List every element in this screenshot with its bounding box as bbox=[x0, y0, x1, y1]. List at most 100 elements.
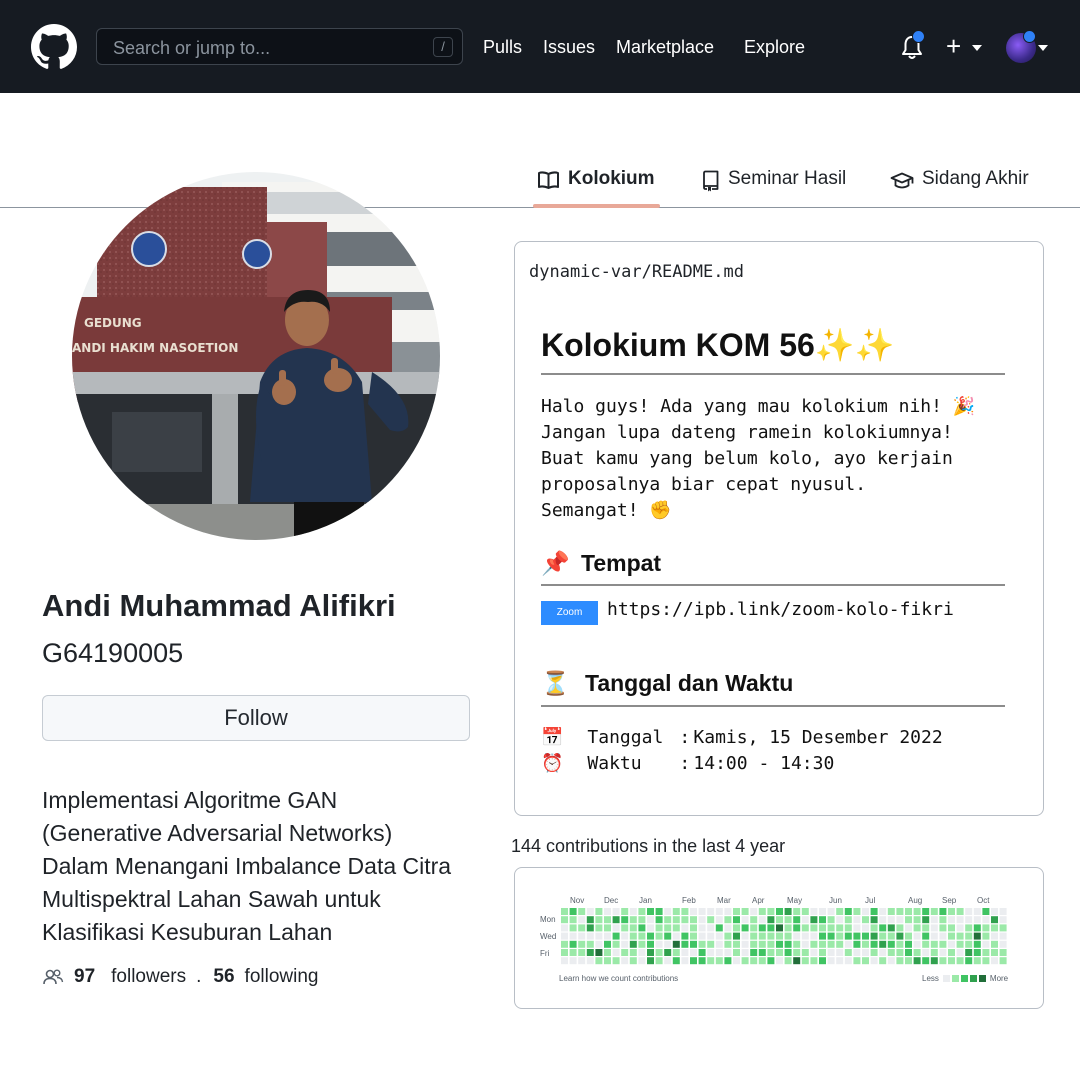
contribution-cell bbox=[819, 916, 826, 924]
contribution-cell bbox=[741, 908, 749, 915]
contribution-cell bbox=[827, 924, 835, 932]
contribution-cell bbox=[879, 932, 887, 940]
contribution-cell bbox=[690, 949, 697, 956]
contribution-cell bbox=[982, 908, 990, 915]
github-logo-icon[interactable] bbox=[31, 24, 77, 70]
month-label: Dec bbox=[604, 896, 619, 905]
tab-kolokium[interactable]: Kolokium bbox=[537, 168, 655, 208]
search-input[interactable]: Search or jump to... / bbox=[96, 28, 463, 65]
readme-title: Kolokium KOM 56✨✨ bbox=[541, 326, 895, 364]
contribution-cell bbox=[612, 916, 620, 924]
avatar-chevron-down-icon[interactable] bbox=[1038, 45, 1048, 51]
contribution-cell bbox=[733, 940, 740, 948]
following-count[interactable]: 56 bbox=[213, 966, 234, 988]
contribution-cell bbox=[655, 957, 663, 965]
contribution-cell bbox=[672, 957, 680, 965]
photo-sign-line1: GEDUNG bbox=[84, 316, 142, 330]
contribution-cell bbox=[973, 932, 981, 940]
contribution-cell bbox=[836, 932, 844, 940]
contribution-cell bbox=[750, 908, 758, 915]
contribution-cell bbox=[862, 940, 869, 948]
contribution-cell bbox=[715, 916, 723, 924]
contribution-cell bbox=[715, 940, 723, 948]
contribution-cell bbox=[655, 916, 663, 924]
contribution-cell bbox=[810, 908, 818, 915]
contribution-cell bbox=[991, 932, 998, 940]
following-label[interactable]: following bbox=[245, 966, 319, 988]
contribution-cell bbox=[905, 957, 912, 965]
contribution-cell bbox=[913, 940, 921, 948]
contribution-cell bbox=[767, 940, 775, 948]
day-label: Wed bbox=[540, 932, 557, 941]
repo-icon bbox=[703, 170, 719, 192]
tab-seminar-hasil[interactable]: Seminar Hasil bbox=[701, 168, 846, 208]
tab-sidang-akhir[interactable]: Sidang Akhir bbox=[890, 168, 1029, 208]
contributions-summary: 144 contributions in the last 4 year bbox=[511, 836, 786, 856]
contribution-cell bbox=[922, 940, 930, 948]
contribution-cell bbox=[767, 932, 775, 940]
contribution-cell bbox=[595, 924, 603, 932]
contribution-cell bbox=[750, 949, 758, 956]
contribution-cell bbox=[982, 916, 990, 924]
contribution-cell bbox=[586, 908, 594, 915]
contribution-cell bbox=[741, 916, 749, 924]
chevron-down-icon[interactable] bbox=[972, 45, 982, 51]
nav-pulls[interactable]: Pulls bbox=[483, 37, 522, 58]
legend-swatch bbox=[942, 975, 950, 982]
contribution-cell bbox=[655, 908, 663, 915]
nav-marketplace[interactable]: Marketplace bbox=[616, 37, 714, 58]
readme-path[interactable]: dynamic-var/README.md bbox=[529, 262, 744, 282]
follow-button[interactable]: Follow bbox=[42, 695, 470, 741]
nav-explore[interactable]: Explore bbox=[744, 37, 805, 58]
contribution-cell bbox=[853, 908, 861, 915]
contribution-cell bbox=[621, 949, 629, 956]
contribution-cell bbox=[655, 949, 663, 956]
contribution-cell bbox=[767, 916, 775, 924]
contribution-cell bbox=[887, 957, 895, 965]
contribution-cell bbox=[758, 957, 766, 965]
contribution-cell bbox=[707, 924, 715, 932]
contribution-cell bbox=[655, 940, 663, 948]
contribution-cell bbox=[586, 924, 594, 932]
contribution-cell bbox=[844, 916, 852, 924]
contribution-cell bbox=[612, 932, 620, 940]
month-label: Feb bbox=[682, 896, 696, 905]
contribution-cell bbox=[672, 916, 680, 924]
contribution-cell bbox=[827, 932, 835, 940]
contribution-cell bbox=[973, 940, 981, 948]
zoom-link[interactable]: https://ipb.link/zoom-kolo-fikri bbox=[607, 599, 954, 620]
place-divider bbox=[541, 584, 1005, 586]
contribution-cell bbox=[982, 924, 990, 932]
nav-issues[interactable]: Issues bbox=[543, 37, 595, 58]
plus-icon[interactable]: + bbox=[946, 33, 961, 59]
contribution-cell bbox=[698, 940, 706, 948]
contribution-cell bbox=[758, 916, 766, 924]
contribution-cell bbox=[844, 932, 852, 940]
contribution-cell bbox=[973, 957, 981, 965]
contribution-cell bbox=[853, 949, 861, 956]
contribution-cell bbox=[690, 908, 697, 915]
tab-kolokium-label: Kolokium bbox=[568, 168, 655, 189]
contribution-cell bbox=[853, 924, 861, 932]
contribution-cell bbox=[801, 932, 809, 940]
month-label: Jun bbox=[829, 896, 842, 905]
followers-label[interactable]: followers bbox=[111, 966, 186, 988]
contribution-cell bbox=[681, 940, 689, 948]
search-placeholder: Search or jump to... bbox=[113, 38, 271, 58]
contribution-cell bbox=[801, 908, 809, 915]
contribution-cell bbox=[930, 957, 938, 965]
contribution-cell bbox=[733, 916, 740, 924]
contribution-cell bbox=[638, 949, 646, 956]
contribution-cell bbox=[638, 908, 646, 915]
contribution-cell bbox=[586, 916, 594, 924]
contribution-cell bbox=[991, 957, 998, 965]
contribution-cell bbox=[939, 908, 947, 915]
contribution-cell bbox=[664, 957, 672, 965]
contribution-cell bbox=[922, 908, 930, 915]
contribution-cell bbox=[776, 916, 783, 924]
tab-sidang-akhir-label: Sidang Akhir bbox=[922, 168, 1029, 189]
contribution-cell bbox=[784, 957, 792, 965]
learn-contributions-link[interactable]: Learn how we count contributions bbox=[559, 974, 678, 983]
followers-count[interactable]: 97 bbox=[74, 966, 95, 988]
contribution-cell bbox=[973, 916, 981, 924]
